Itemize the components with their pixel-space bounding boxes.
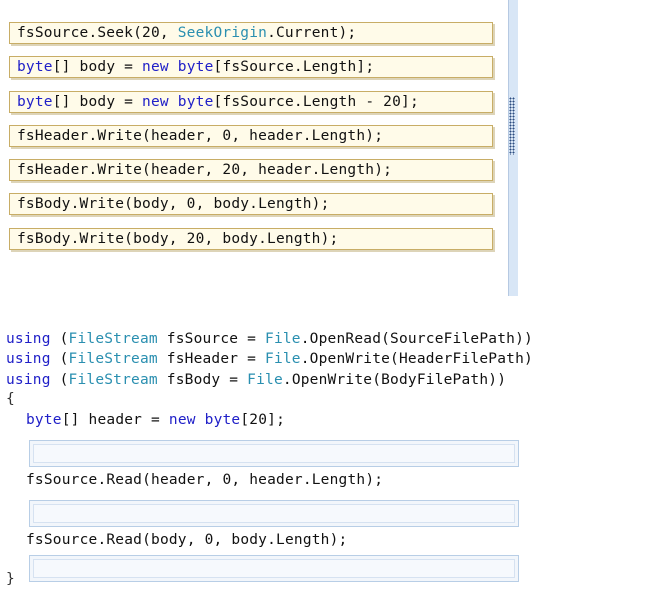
code-token: byte bbox=[177, 94, 214, 110]
header-declaration: byte[] header = new byte [20]; bbox=[26, 412, 286, 428]
code-tile-6[interactable]: fsBody.Write(body, 0, body.Length); bbox=[9, 193, 493, 215]
code-tile-1[interactable]: fsSource.Seek(20, SeekOrigin .Current); bbox=[9, 22, 493, 44]
code-tile-3[interactable]: byte[] body = new byte [fsSource.Length -… bbox=[9, 91, 493, 113]
code-tile-7[interactable]: fsBody.Write(body, 20, body.Length); bbox=[9, 228, 493, 250]
scrollbar-grip[interactable] bbox=[509, 97, 515, 155]
drop-slot-3-inner bbox=[33, 559, 515, 578]
using-line-source: using (FileStream fsSource = File .OpenRe… bbox=[6, 331, 533, 347]
read-header-line: fsSource.Read(header, 0, header.Length); bbox=[26, 472, 384, 488]
drop-slot-2[interactable] bbox=[29, 500, 519, 527]
code-tile-4[interactable]: fsHeader.Write(header, 0, header.Length)… bbox=[9, 125, 493, 147]
code-token: [fsSource.Length - 20]; bbox=[213, 94, 419, 110]
code-token: fsBody.Write(body, 0, body.Length); bbox=[17, 196, 330, 212]
code-token: new bbox=[142, 94, 169, 110]
drop-slot-2-inner bbox=[33, 504, 515, 523]
code-token: [fsSource.Length]; bbox=[213, 59, 375, 75]
code-token: byte bbox=[17, 59, 53, 75]
code-token: fsHeader.Write(header, 0, header.Length)… bbox=[17, 128, 384, 144]
code-token: new bbox=[142, 59, 169, 75]
code-token: [] body = bbox=[52, 94, 143, 110]
using-line-header: using (FileStream fsHeader = File .OpenWr… bbox=[6, 351, 533, 367]
drop-slot-1[interactable] bbox=[29, 440, 519, 467]
using-line-body: using (FileStream fsBody = File .OpenWrit… bbox=[6, 372, 507, 388]
code-token: .Current); bbox=[267, 25, 357, 41]
drop-slot-3[interactable] bbox=[29, 555, 519, 582]
code-token: fsSource.Seek(20, bbox=[17, 25, 178, 41]
code-tile-2[interactable]: byte[] body = new byte [fsSource.Length]; bbox=[9, 56, 493, 78]
drop-slot-1-inner bbox=[33, 444, 515, 463]
code-token: fsHeader.Write(header, 20, header.Length… bbox=[17, 162, 393, 178]
code-token: SeekOrigin bbox=[177, 25, 268, 41]
open-brace: { bbox=[6, 391, 15, 407]
read-body-line: fsSource.Read(body, 0, body.Length); bbox=[26, 532, 348, 548]
code-token: byte bbox=[177, 59, 214, 75]
close-brace: } bbox=[6, 571, 15, 587]
code-token: byte bbox=[17, 94, 53, 110]
code-tile-5[interactable]: fsHeader.Write(header, 20, header.Length… bbox=[9, 159, 493, 181]
code-token: fsBody.Write(body, 20, body.Length); bbox=[17, 231, 339, 247]
code-token: [] body = bbox=[52, 59, 143, 75]
